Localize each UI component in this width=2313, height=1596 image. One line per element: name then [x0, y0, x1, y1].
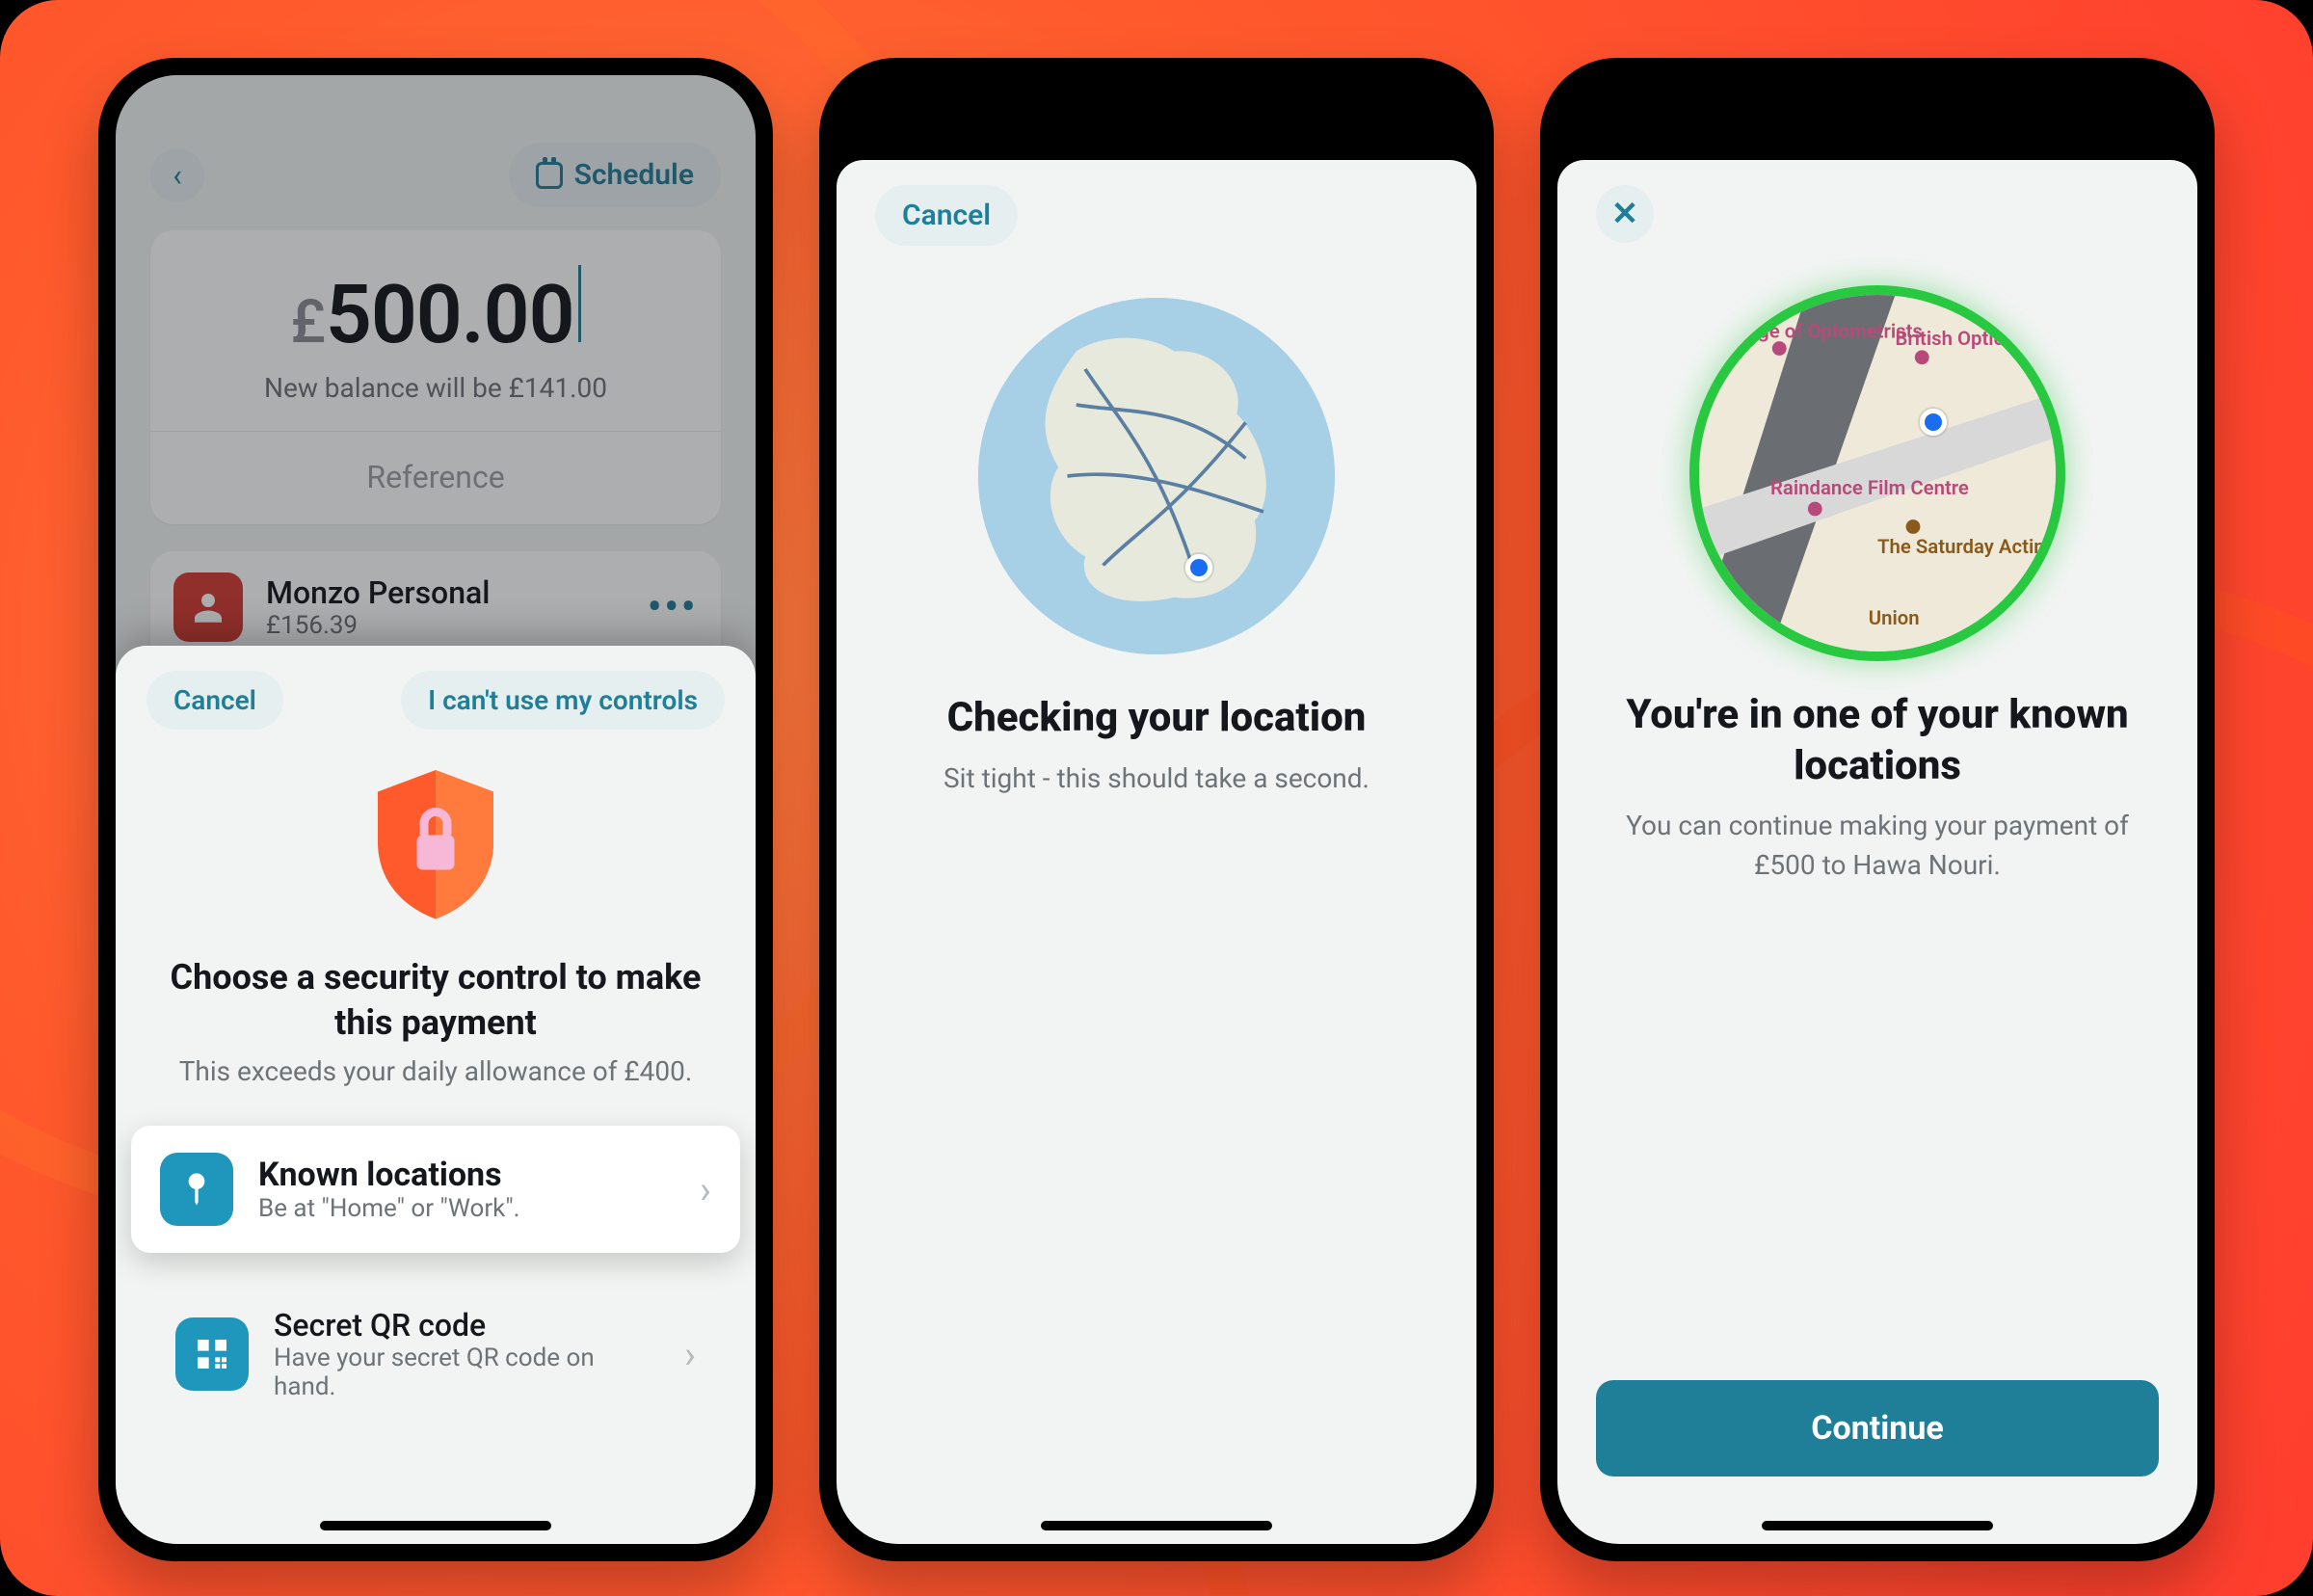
poi-label: Raindance Film Centre	[1770, 476, 1969, 499]
page-subtitle: You can continue making your payment of …	[1596, 807, 2159, 885]
close-button[interactable]: ✕	[1596, 185, 1654, 243]
cant-use-controls-button[interactable]: I can't use my controls	[401, 671, 725, 730]
close-icon: ✕	[1611, 195, 1639, 233]
cancel-button[interactable]: Cancel	[875, 185, 1018, 246]
location-check-sheet: Cancel Checking your location Sit tight …	[837, 160, 1476, 1544]
map-street-preview: College of Optometrists British Optical …	[1699, 295, 2056, 652]
cancel-button[interactable]: Cancel	[146, 671, 283, 730]
sheet-title: Choose a security control to make this p…	[116, 932, 756, 1055]
security-control-sheet: Cancel I can't use my controls Choose a …	[116, 646, 756, 1544]
phone-security-choice: ‹ Schedule £ 500.00 New balance will be …	[98, 58, 773, 1561]
page-title: You're in one of your known locations	[1596, 690, 2159, 791]
phone-location-confirmed: ✕ College of Optometrists British Optica…	[1540, 58, 2215, 1561]
status-bar	[837, 75, 1476, 143]
home-indicator	[320, 1521, 551, 1530]
pin-icon	[160, 1153, 233, 1226]
location-confirmed-sheet: ✕ College of Optometrists British Optica…	[1557, 160, 2197, 1544]
option-secret-qr[interactable]: Secret QR code Have your secret QR code …	[146, 1280, 725, 1428]
shield-lock-icon	[363, 760, 508, 924]
qr-icon	[175, 1317, 249, 1391]
chevron-right-icon: ›	[700, 1167, 711, 1212]
status-bar	[1557, 75, 2197, 143]
phone-checking-location: Cancel Checking your location Sit tight …	[819, 58, 1494, 1561]
poi-label: College of Optometrists	[1714, 319, 1923, 342]
page-title: Checking your location	[875, 693, 1438, 744]
poi-label: Union	[1869, 606, 1920, 629]
chevron-right-icon: ›	[684, 1332, 696, 1377]
sheet-stack-hint	[1579, 139, 2176, 177]
poi-label: British Optical Association Museum	[1896, 327, 2057, 350]
page-subtitle: Sit tight - this should take a second.	[875, 759, 1438, 799]
option-known-locations[interactable]: Known locations Be at "Home" or "Work". …	[131, 1126, 740, 1253]
home-indicator	[1041, 1521, 1272, 1530]
marketing-stage: ‹ Schedule £ 500.00 New balance will be …	[0, 0, 2313, 1596]
sheet-subtitle: This exceeds your daily allowance of £40…	[116, 1055, 756, 1087]
option-subtitle: Have your secret QR code on hand.	[274, 1343, 659, 1401]
home-indicator	[1762, 1521, 1993, 1530]
option-title: Secret QR code	[274, 1307, 659, 1343]
poi-label: The Saturday Acting Academy	[1877, 535, 2056, 558]
continue-button[interactable]: Continue	[1596, 1380, 2159, 1476]
option-title: Known locations	[258, 1156, 675, 1194]
map-uk-preview	[978, 298, 1335, 654]
sheet-stack-hint	[858, 139, 1455, 177]
option-subtitle: Be at "Home" or "Work".	[258, 1194, 675, 1223]
location-dot-icon	[1185, 554, 1212, 581]
